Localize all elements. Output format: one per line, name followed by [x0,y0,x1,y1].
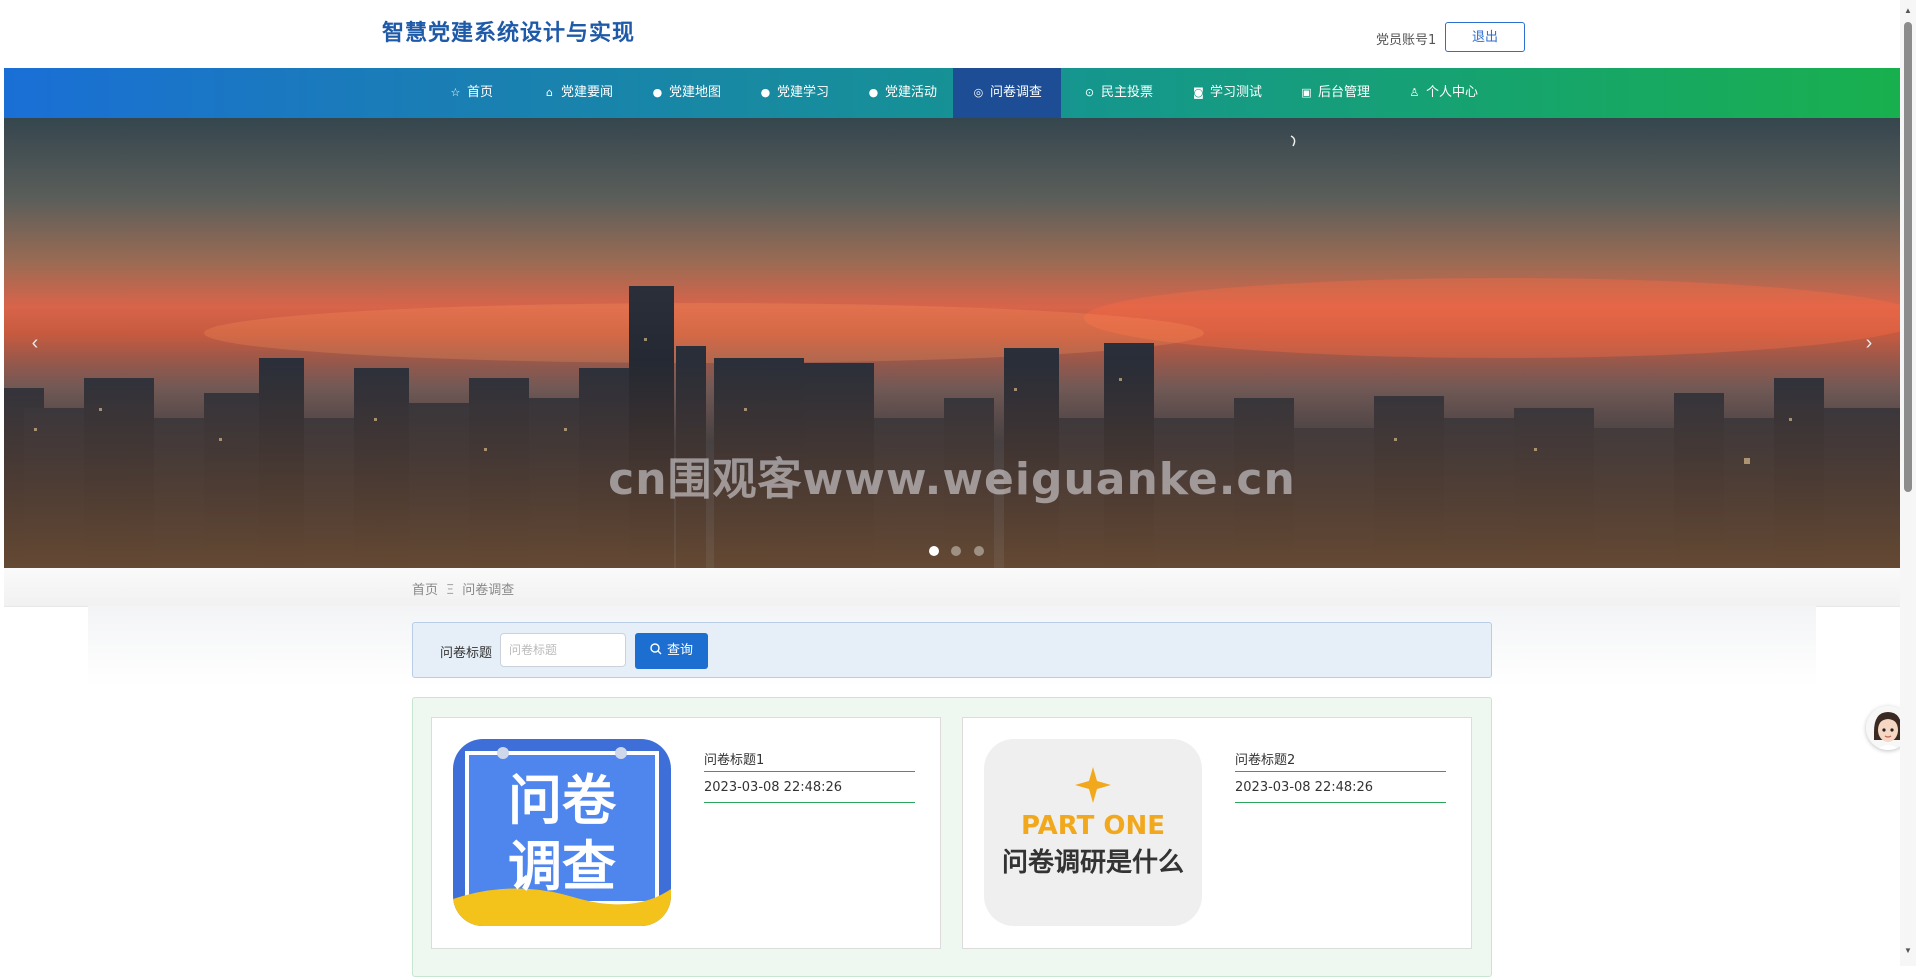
carousel-dot-1[interactable] [929,546,939,556]
divider [1235,771,1446,772]
divider [1235,802,1446,803]
info-circle-icon: ● [652,86,663,99]
watermark-text: cn围观客www.weiguanke.cn [608,454,1296,505]
carousel-dot-2[interactable] [951,546,962,556]
account-name: 党员账号1 [1376,33,1437,48]
banner-prev-arrow[interactable]: ‹ [20,328,50,358]
question-circle-icon: ● [760,86,771,99]
nav-item-study[interactable]: ● 党建学习 [754,68,834,118]
scroll-up-icon[interactable]: ▲ [1903,6,1913,15]
search-icon [650,643,662,655]
nav-item-survey[interactable]: ◎ 问卷调查 [953,68,1061,118]
breadcrumb-bar: 首页 Ξ 问卷调查 [4,568,1900,607]
star-icon: ☆ [450,86,461,99]
info-circle-icon: ● [868,86,879,99]
page-scrollbar[interactable]: ▲ ▼ [1900,0,1916,966]
nav-item-admin[interactable]: ▣ 后台管理 [1295,68,1375,118]
nav-item-test[interactable]: ◙ 学习测试 [1187,68,1267,118]
breadcrumb-current: 问卷调查 [462,583,515,598]
nav-item-news[interactable]: ⌂ 党建要闻 [538,68,618,118]
survey-date-2: 2023-03-08 22:48:26 [1235,780,1374,795]
check-circle-icon: ⊙ [1084,86,1095,99]
survey-title-input[interactable] [500,633,626,667]
breadcrumb-separator: Ξ [446,583,455,598]
survey-image-2-line1: PART ONE [1021,811,1165,841]
main-nav: ☆ 首页 ⌂ 党建要闻 ● 党建地图 ● 党建学习 ● 党建活动 ◎ 问卷调查 ⊙ 民主投票 … [4,68,1900,118]
survey-image-1: 问卷 调查 [453,739,671,926]
user-icon: ♙ [1409,86,1420,99]
chevron-right-icon: › [1865,332,1873,354]
chevron-left-icon: ‹ [31,332,39,354]
survey-card-2[interactable]: PART ONE 问卷调研是什么 问卷标题2 2023-03-08 22:48:… [962,717,1472,949]
nav-item-vote[interactable]: ⊙ 民主投票 [1078,68,1158,118]
survey-image-2-line2: 问卷调研是什么 [1002,848,1184,878]
scroll-thumb[interactable] [1904,22,1912,492]
survey-image-1-line1: 问卷 [508,769,617,832]
search-button[interactable]: 查询 [635,633,708,669]
breadcrumb-home[interactable]: 首页 [412,583,438,598]
search-panel: 问卷标题 查询 [412,622,1492,678]
survey-card-1[interactable]: 问卷 调查 问卷标题1 2023-03-08 22:48:26 [431,717,941,949]
breadcrumb: 首页 Ξ 问卷调查 [412,579,514,598]
camera-icon: ◙ [1193,86,1204,99]
survey-image-1-line2: 调查 [508,835,616,898]
banner-carousel: ‹ › cn围观客www.weiguanke.cn [4,118,1900,568]
site-title: 智慧党建系统设计与实现 [382,21,636,46]
divider [704,802,915,803]
bag-icon: ⌂ [545,86,553,99]
survey-list: 问卷 调查 问卷标题1 2023-03-08 22:48:26 PART ONE… [412,697,1492,977]
banner-next-arrow[interactable]: › [1854,328,1884,358]
survey-image-2: PART ONE 问卷调研是什么 [984,739,1202,926]
carousel-indicators [929,543,992,561]
nav-item-profile[interactable]: ♙ 个人中心 [1403,68,1483,118]
building-icon: ▣ [1301,86,1312,99]
nav-item-map[interactable]: ● 党建地图 [646,68,726,118]
nav-item-activity[interactable]: ● 党建活动 [862,68,942,118]
circle-dot-icon: ◎ [973,86,984,99]
scroll-down-icon[interactable]: ▼ [1903,946,1913,955]
divider [704,771,915,772]
nav-item-home[interactable]: ☆ 首页 [439,68,503,118]
search-label: 问卷标题 [440,646,493,661]
survey-date-1: 2023-03-08 22:48:26 [704,780,843,795]
carousel-dot-3[interactable] [973,546,984,556]
survey-title-1[interactable]: 问卷标题1 [704,749,914,768]
survey-title-2[interactable]: 问卷标题2 [1235,749,1445,768]
logout-button[interactable]: 退出 [1445,22,1525,52]
page: 智慧党建系统设计与实现 党员账号1 退出 ☆ 首页 ⌂ 党建要闻 ● 党建地图 ● 党建… [4,0,1900,977]
